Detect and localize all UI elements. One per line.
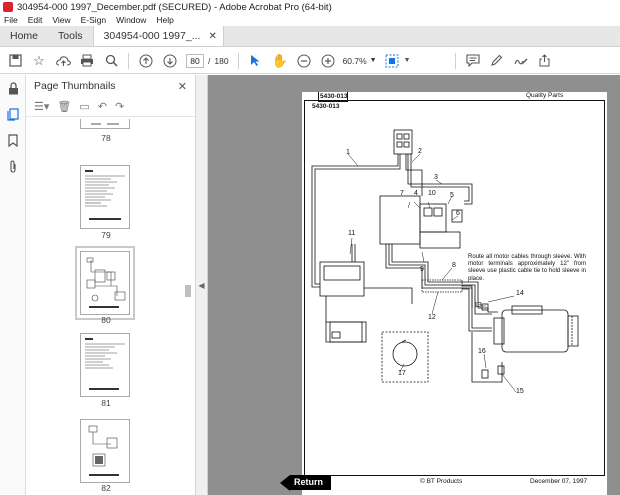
return-button-label: Return [290, 475, 331, 490]
callout-14: 14 [516, 290, 524, 297]
panel-toolbar: ☰▾ 🗑 ▭ ↶ ↷ [26, 97, 195, 117]
thumbnail-page-82[interactable] [80, 419, 130, 483]
page-total: 180 [214, 55, 229, 66]
panel-header: Page Thumbnails ✕ [26, 75, 195, 97]
delete-page-icon[interactable]: 🗑 [57, 100, 71, 113]
arrow-left-icon [280, 474, 290, 491]
next-page-icon[interactable] [161, 52, 179, 70]
thumbnail-label-81: 81 [101, 398, 111, 408]
print-icon[interactable] [78, 52, 96, 70]
hand-tool-icon[interactable]: ✋ [271, 52, 289, 70]
thumbnail-label-79: 79 [101, 230, 111, 240]
close-panel-icon[interactable]: ✕ [178, 80, 187, 93]
thumbnail-page-79[interactable] [80, 165, 130, 229]
callout-4: 4 [414, 190, 418, 197]
thumbnail-list[interactable]: 78 79 80 81 82 [26, 119, 186, 495]
select-cursor-icon[interactable] [247, 52, 265, 70]
callout-1: 1 [346, 149, 350, 156]
toolbar-separator [454, 52, 456, 69]
tab-tools[interactable]: Tools [48, 26, 93, 46]
thumbnail-page-81[interactable] [80, 333, 130, 397]
fill-sign-icon[interactable] [512, 52, 530, 70]
thumbnail-page-78[interactable] [80, 119, 130, 129]
fit-page-icon[interactable] [383, 52, 401, 70]
save-icon[interactable] [6, 52, 24, 70]
menu-bar: File Edit View E-Sign Window Help [0, 14, 620, 26]
callout-10: 10 [428, 190, 436, 197]
rotate-counterclockwise-icon[interactable]: ↶ [98, 100, 107, 113]
close-icon[interactable]: ✕ [208, 31, 216, 42]
page-thumbnails-panel: Page Thumbnails ✕ ☰▾ 🗑 ▭ ↶ ↷ 78 79 80 81… [26, 75, 196, 495]
zoom-out-icon[interactable] [295, 52, 313, 70]
chevron-down-icon[interactable]: ▼ [404, 57, 411, 64]
zoom-level-dropdown[interactable]: 60.7% ▼ [340, 54, 380, 68]
return-button[interactable]: Return [280, 474, 331, 491]
thumbnail-scrollbar[interactable] [184, 119, 192, 495]
page-thumbnails-icon[interactable] [0, 101, 26, 127]
title-bar: 304954-000 1997_December.pdf (SECURED) -… [0, 0, 620, 14]
menu-help[interactable]: Help [156, 15, 173, 25]
bookmark-icon[interactable] [0, 127, 26, 153]
share-icon[interactable] [536, 52, 554, 70]
chevron-down-icon: ▼ [369, 57, 377, 64]
scrollbar-thumb[interactable] [185, 285, 191, 297]
attachment-paperclip-icon[interactable] [0, 153, 26, 179]
toolbar-separator [128, 52, 129, 69]
menu-view[interactable]: View [52, 15, 70, 25]
rotate-clockwise-icon[interactable]: ↷ [115, 100, 124, 113]
insert-page-icon[interactable]: ▭ [79, 100, 89, 113]
window-title: 304954-000 1997_December.pdf (SECURED) -… [17, 1, 332, 13]
document-page: 5430-013 5430-013 Quality Parts 1 2 3 4 … [302, 92, 607, 495]
acrobat-app-icon [3, 2, 13, 12]
callout-13: 13 [474, 302, 482, 309]
callout-15: 15 [516, 388, 524, 395]
callout-9: 9 [420, 266, 424, 273]
bookmark-star-icon[interactable]: ☆ [30, 52, 48, 70]
left-rail [0, 75, 26, 495]
thumbnail-label-78: 78 [101, 133, 111, 143]
panel-collapse-handle[interactable]: ◀ [196, 75, 208, 495]
tab-document[interactable]: 304954-000 1997_... ✕ [92, 26, 224, 46]
callout-2: 2 [418, 148, 422, 155]
callout-7: 7 [400, 190, 404, 197]
callout-5: 5 [450, 192, 454, 199]
menu-edit[interactable]: Edit [28, 15, 43, 25]
search-icon[interactable] [102, 52, 120, 70]
lock-icon[interactable] [0, 75, 26, 101]
menu-file[interactable]: File [4, 15, 18, 25]
zoom-in-icon[interactable] [319, 52, 337, 70]
cloud-upload-icon[interactable] [54, 52, 72, 70]
zoom-level-value: 60.7% [342, 55, 367, 66]
comment-icon[interactable] [464, 52, 482, 70]
highlight-pen-icon[interactable] [488, 52, 506, 70]
tab-bar: Home Tools 304954-000 1997_... ✕ [0, 26, 620, 47]
main-toolbar: ☆ 80 / 180 ✋ 60.7% ▼ ▼ [0, 48, 620, 74]
chevron-left-icon: ◀ [198, 280, 205, 290]
routing-note: Route all motor cables through sleeve. W… [468, 254, 586, 282]
thumbnail-label-80: 80 [101, 315, 111, 325]
thumbnail-page-80[interactable] [75, 246, 135, 320]
page-number-input[interactable]: 80 [186, 53, 204, 68]
callout-11: 11 [348, 230, 356, 237]
menu-esign[interactable]: E-Sign [81, 15, 107, 25]
callout-12: 12 [428, 314, 436, 321]
callout-17: 17 [398, 370, 406, 377]
callout-8: 8 [452, 262, 456, 269]
page-separator: / [208, 55, 211, 66]
document-viewer[interactable]: 5430-013 5430-013 Quality Parts 1 2 3 4 … [208, 75, 620, 495]
panel-title: Page Thumbnails [34, 80, 116, 92]
footer-copyright: © BT Products [420, 478, 463, 485]
callout-16: 16 [478, 348, 486, 355]
menu-window[interactable]: Window [116, 15, 146, 25]
footer-date: December 07, 1997 [530, 478, 588, 485]
thumbnail-options-icon[interactable]: ☰▾ [34, 100, 49, 113]
callout-6: 6 [456, 210, 460, 217]
tab-document-label: 304954-000 1997_... [103, 30, 201, 42]
toolbar-separator [237, 52, 239, 69]
thumbnail-label-82: 82 [101, 483, 111, 493]
previous-page-icon[interactable] [137, 52, 155, 70]
tab-home[interactable]: Home [0, 26, 48, 46]
callout-3: 3 [434, 174, 438, 181]
